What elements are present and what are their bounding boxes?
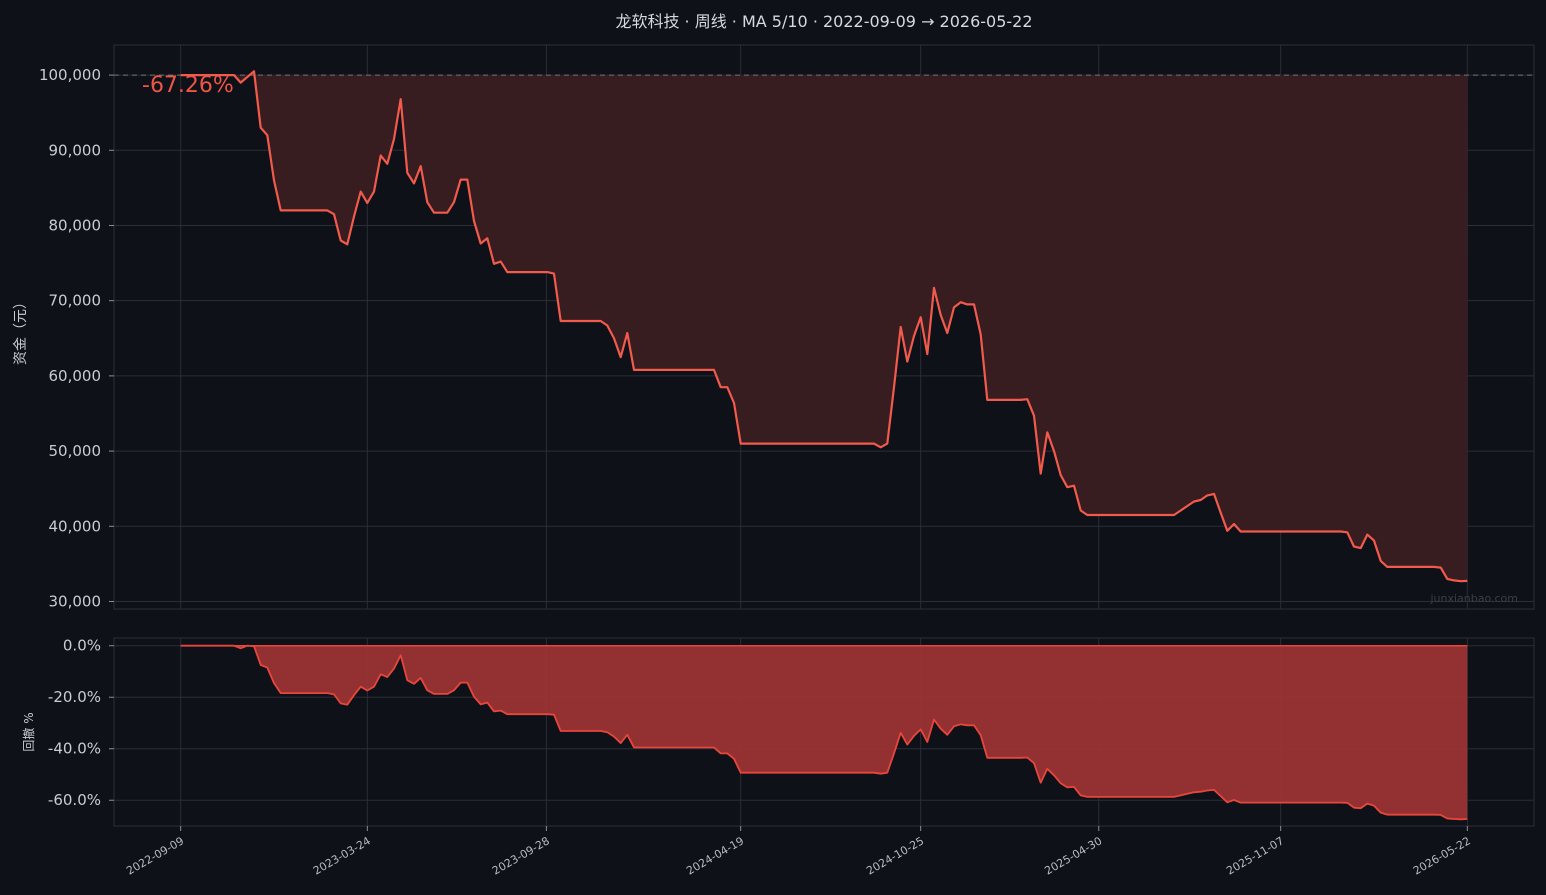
- equity-ytick-label: 90,000: [49, 141, 102, 159]
- equity-ytick-label: 70,000: [49, 292, 102, 310]
- x-tick-label: 2024-10-25: [864, 834, 926, 877]
- x-tick-label: 2025-04-30: [1042, 834, 1104, 877]
- chart-title: 龙软科技 · 周线 · MA 5/10 · 2022-09-09 → 2026-…: [615, 12, 1032, 31]
- drawdown-ytick-label: -20.0%: [48, 688, 101, 706]
- equity-loss-area: [180, 71, 1468, 582]
- backtest-chart: 龙软科技 · 周线 · MA 5/10 · 2022-09-09 → 2026-…: [13, 12, 1535, 878]
- drawdown-ytick-label: -40.0%: [48, 740, 101, 758]
- x-tick-label: 2023-03-24: [311, 834, 373, 877]
- equity-ytick-label: 60,000: [49, 367, 102, 385]
- equity-panel: 100,000 90,000 80,000 70,000 60,000 50,000 40,…: [39, 44, 1535, 610]
- x-tick-label: 2022-09-09: [124, 834, 186, 877]
- equity-ytick-label: 80,000: [49, 216, 102, 234]
- equity-y-axis-label: 资金（元）: [13, 295, 29, 365]
- equity-ytick-label: 100,000: [39, 66, 101, 84]
- x-tick-label: 2025-11-07: [1224, 834, 1286, 877]
- drawdown-ytick-label: -60.0%: [48, 791, 101, 809]
- equity-ytick-label: 40,000: [49, 517, 102, 535]
- drawdown-area: [180, 645, 1468, 820]
- drawdown-ytick-label: 0.0%: [63, 637, 101, 655]
- equity-ytick-label: 30,000: [49, 592, 102, 610]
- x-tick-label: 2023-09-28: [490, 834, 552, 877]
- equity-ytick-label: 50,000: [49, 442, 102, 460]
- drawdown-y-axis-label: 回撤 %: [21, 712, 36, 751]
- return-annotation: -67.26%: [142, 73, 234, 98]
- x-tick-label: 2026-05-22: [1411, 834, 1473, 877]
- drawdown-panel: 0.0% -20.0% -40.0% -60.0%: [48, 637, 1535, 827]
- x-tick-label: 2024-04-19: [684, 834, 746, 877]
- watermark: junxianbao.com: [1429, 592, 1518, 605]
- x-axis: 2022-09-09 2023-03-24 2023-09-28 2024-04-19…: [124, 826, 1473, 878]
